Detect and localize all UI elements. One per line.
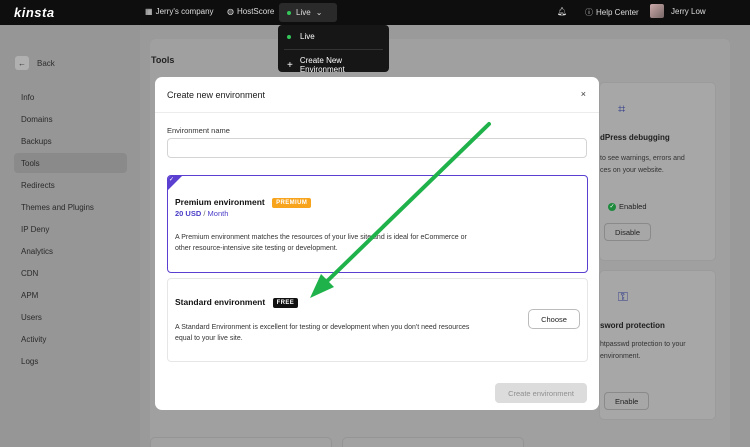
- premium-price: 20 USD / Month: [175, 209, 228, 218]
- tool-card: [342, 437, 524, 447]
- card-text-line: ces on your website.: [600, 167, 664, 174]
- back-label: Back: [37, 58, 55, 68]
- environment-option-live[interactable]: Live: [287, 32, 315, 41]
- back-link[interactable]: ← Back: [15, 56, 55, 70]
- sidebar-item-tools[interactable]: Tools: [21, 159, 40, 168]
- sidebar-item-themes-plugins[interactable]: Themes and Plugins: [21, 203, 94, 212]
- kinsta-logo[interactable]: kinsta: [14, 5, 55, 20]
- card-text-line: htpasswd protection to your: [600, 341, 686, 348]
- sidebar-item-analytics[interactable]: Analytics: [21, 247, 53, 256]
- card-title: dPress debugging: [600, 133, 670, 142]
- environment-menu: Live + Create New Environment: [278, 25, 389, 74]
- close-icon[interactable]: ×: [581, 89, 586, 99]
- modal-header: Create new environment ×: [155, 77, 599, 113]
- building-icon: ▦: [145, 7, 153, 16]
- globe-icon: ◍: [227, 7, 234, 16]
- check-icon: ✓: [169, 177, 175, 183]
- price-separator: /: [203, 209, 206, 218]
- option-title-text: Premium environment: [175, 197, 265, 207]
- premium-description-line: other resource-intensive site testing or…: [175, 245, 338, 252]
- standard-option-title: Standard environment FREE: [175, 297, 299, 308]
- create-new-environment-item[interactable]: + Create New Environment: [287, 56, 389, 74]
- sidebar-item-apm[interactable]: APM: [21, 291, 38, 300]
- hostscore-link[interactable]: ◍ HostScore: [227, 7, 274, 16]
- standard-description-line: A Standard Environment is excellent for …: [175, 324, 470, 331]
- chevron-down-icon: ⌄: [315, 8, 323, 17]
- page-title: Tools: [151, 55, 175, 65]
- sidebar-item-logs[interactable]: Logs: [21, 357, 38, 366]
- standard-environment-option[interactable]: Standard environment FREE A Standard Env…: [167, 278, 588, 362]
- sidebar: ← Back Info Domains Backups Tools Redire…: [0, 25, 140, 447]
- live-status-dot: [287, 34, 291, 39]
- disable-button[interactable]: Disable: [604, 223, 652, 241]
- hostscore-label: HostScore: [236, 7, 275, 16]
- check-icon: ✓: [608, 202, 616, 211]
- notifications-bell-icon[interactable]: 🔔︎: [557, 7, 567, 16]
- tool-card: [150, 437, 332, 447]
- card-text-line: to see warnings, errors and: [600, 155, 685, 162]
- debug-icon: ⌗: [618, 101, 626, 116]
- plus-icon: +: [287, 59, 293, 71]
- card-text-line: environment.: [600, 353, 641, 360]
- environment-label: Live: [296, 8, 311, 17]
- environment-name-input[interactable]: [167, 138, 587, 158]
- key-icon: ⚿: [618, 289, 628, 304]
- sidebar-item-redirects[interactable]: Redirects: [21, 181, 55, 190]
- menu-divider: [284, 49, 383, 50]
- user-name: Jerry Low: [671, 6, 706, 16]
- standard-description-line: equal to your live site.: [175, 335, 243, 342]
- environment-switcher[interactable]: Live ⌄: [279, 3, 337, 22]
- environment-name-label: Environment name: [167, 126, 230, 135]
- card-title: sword protection: [600, 321, 665, 330]
- company-switcher[interactable]: ▦ Jerry's company: [145, 7, 214, 16]
- choose-button[interactable]: Choose: [528, 309, 580, 329]
- help-center-label: Help Center: [596, 8, 639, 17]
- option-title-text: Standard environment: [175, 297, 266, 307]
- sidebar-item-info[interactable]: Info: [21, 93, 34, 102]
- sidebar-item-ip-deny[interactable]: IP Deny: [21, 225, 49, 234]
- price-amount: 20 USD: [175, 209, 202, 218]
- create-environment-modal: Create new environment × Environment nam…: [155, 77, 599, 410]
- modal-title: Create new environment: [167, 90, 266, 100]
- avatar: [650, 4, 664, 18]
- premium-option-title: Premium environment PREMIUM: [175, 197, 312, 208]
- free-badge: FREE: [272, 298, 299, 308]
- premium-badge: PREMIUM: [272, 198, 312, 208]
- arrow-left-icon: ←: [15, 56, 29, 70]
- help-center-link[interactable]: ⓘ Help Center: [585, 7, 639, 18]
- environment-option-label: Live: [300, 32, 315, 41]
- premium-environment-option[interactable]: ✓ Premium environment PREMIUM 20 USD / M…: [167, 175, 588, 273]
- sidebar-item-activity[interactable]: Activity: [21, 335, 46, 344]
- price-period: Month: [207, 209, 229, 218]
- company-name: Jerry's company: [155, 7, 214, 16]
- sidebar-item-backups[interactable]: Backups: [21, 137, 52, 146]
- enable-button[interactable]: Enable: [604, 392, 650, 410]
- help-icon: ⓘ: [585, 8, 593, 17]
- create-environment-label: Create New Environment: [299, 56, 345, 74]
- sidebar-item-domains[interactable]: Domains: [21, 115, 53, 124]
- premium-description-line: A Premium environment matches the resour…: [175, 234, 467, 241]
- password-protection-card: ⚿ sword protection htpasswd protection t…: [599, 270, 716, 420]
- user-menu[interactable]: Jerry Low: [650, 4, 706, 18]
- top-bar: kinsta ▦ Jerry's company ◍ HostScore Liv…: [0, 0, 750, 25]
- live-status-dot: [287, 10, 291, 15]
- wordpress-debugging-card: ⌗ dPress debugging to see warnings, erro…: [599, 82, 716, 261]
- status-label: Enabled: [619, 202, 647, 211]
- sidebar-item-users[interactable]: Users: [21, 313, 42, 322]
- status-badge: ✓ Enabled: [608, 202, 647, 211]
- sidebar-item-cdn[interactable]: CDN: [21, 269, 38, 278]
- create-environment-button[interactable]: Create environment: [495, 383, 587, 403]
